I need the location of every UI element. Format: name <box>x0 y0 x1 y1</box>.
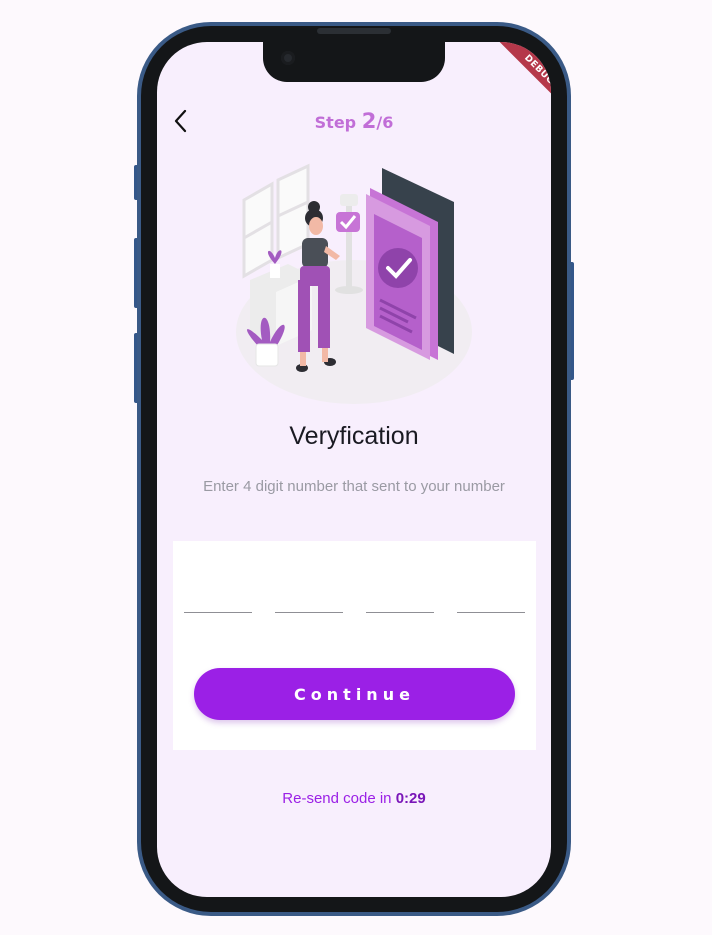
verification-illustration <box>236 163 472 404</box>
chevron-left-icon <box>174 109 187 133</box>
resend-code-text[interactable]: Re-send code in 0:29 <box>157 790 551 807</box>
otp-digit-1[interactable] <box>184 578 252 613</box>
speaker-grille <box>317 28 391 34</box>
otp-digit-2[interactable] <box>275 578 343 613</box>
step-current: 2 <box>361 109 377 133</box>
page-title: Veryfication <box>289 422 419 450</box>
continue-button[interactable]: Continue <box>194 668 515 720</box>
step-label: Step <box>314 113 357 132</box>
back-button[interactable] <box>168 108 192 134</box>
otp-digit-4[interactable] <box>457 578 525 613</box>
resend-label: Re-send code in <box>282 790 392 807</box>
step-total: /6 <box>376 113 394 132</box>
otp-digit-3[interactable] <box>366 578 434 613</box>
step-indicator: Step 2/6 <box>300 109 408 133</box>
resend-timer: 0:29 <box>395 790 426 807</box>
page-subtitle: Enter 4 digit number that sent to your n… <box>203 478 505 495</box>
